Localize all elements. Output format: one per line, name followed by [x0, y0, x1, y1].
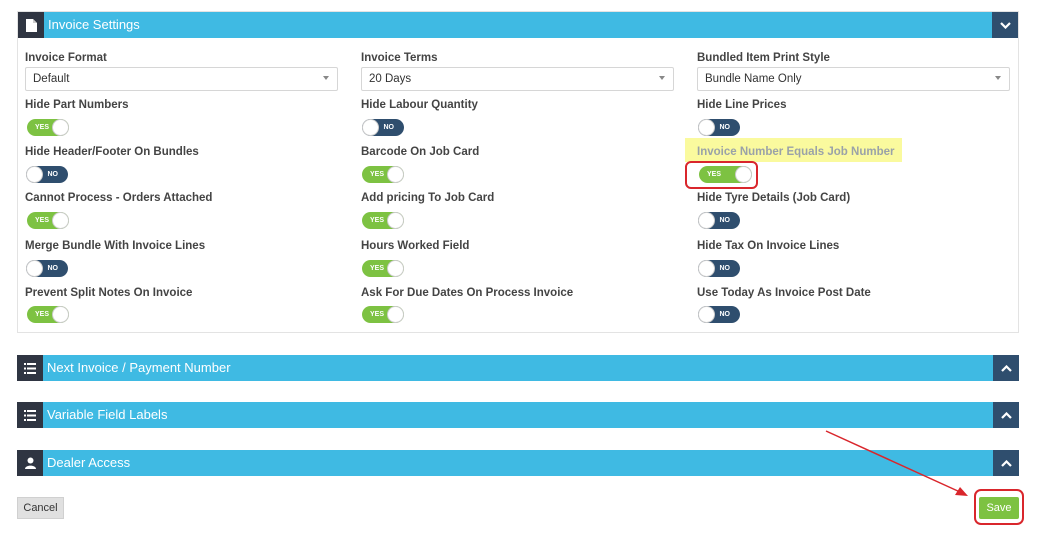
annotation-arrow [825, 430, 968, 496]
